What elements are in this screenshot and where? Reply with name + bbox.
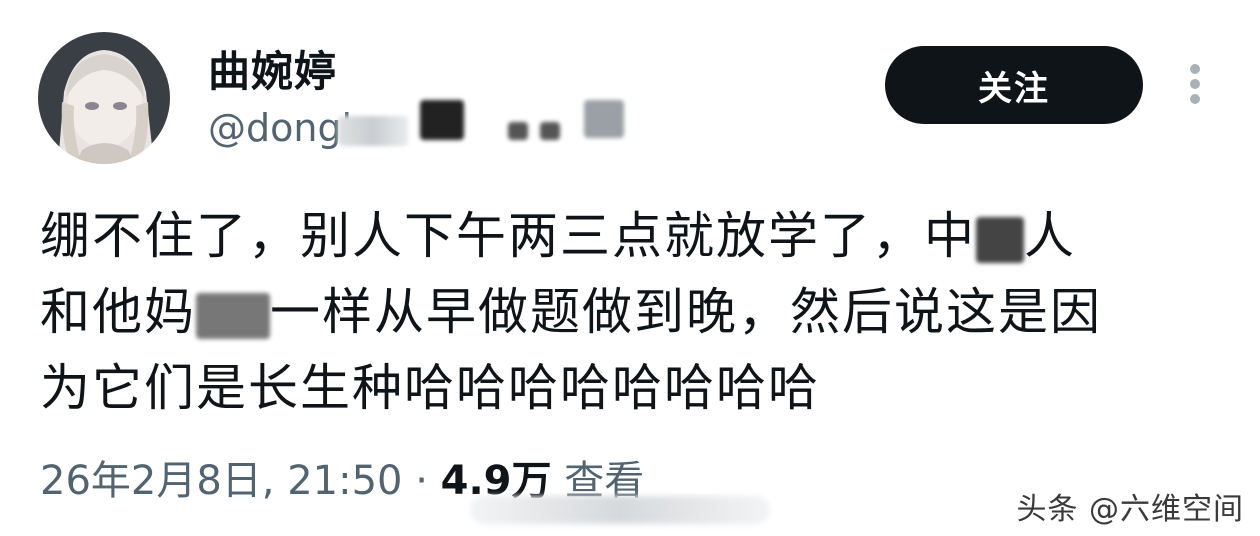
handle-redaction: [420, 100, 464, 140]
more-options-icon[interactable]: [1185, 64, 1205, 108]
watermark: 头条 @六维空间: [1016, 492, 1244, 527]
avatar[interactable]: [38, 32, 170, 164]
text-redaction: [976, 216, 1024, 263]
text-redaction: [196, 292, 270, 339]
tweet-line: 和他妈 一样从早做题做到晚，然后说这是因: [40, 283, 1102, 341]
tweet-line: 绷不住了，别人下午两三点就放学了，中人: [40, 207, 1076, 265]
anime-girl-avatar-icon: [38, 32, 170, 164]
handle-redaction: [540, 122, 560, 140]
timestamp[interactable]: 26年2月8日, 21:50 ·: [40, 458, 441, 504]
bottom-redaction: [470, 496, 770, 524]
tweet-text: 绷不住了，别人下午两三点就放学了，中人 和他妈 一样从早做题做到晚，然后说这是因 …: [40, 198, 1230, 426]
tweet-line: 为它们是长生种哈哈哈哈哈哈哈哈: [40, 359, 820, 417]
handle-redaction: [584, 100, 624, 138]
handle-redaction: [508, 122, 528, 140]
display-name[interactable]: 曲婉婷: [208, 38, 337, 99]
follow-button[interactable]: 关注: [885, 46, 1143, 124]
handle-redaction: [338, 116, 408, 146]
